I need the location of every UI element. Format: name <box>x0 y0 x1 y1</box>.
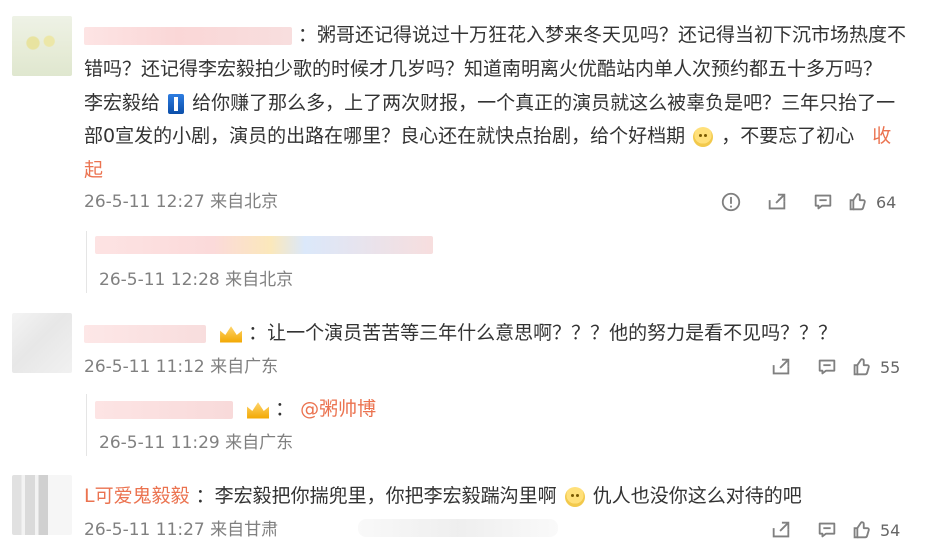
comment-1-line-4: 部0宣发的小剧，演员的出路在哪里？良心还在就快点抬剧，给个好档期 ，不要忘了初心… <box>84 123 891 150</box>
comment-1-line-5: 起 <box>84 157 103 184</box>
like-count: 55 <box>880 357 901 377</box>
share-icon <box>772 358 790 375</box>
like-icon <box>849 193 866 211</box>
like-button[interactable]: 55 <box>850 353 934 381</box>
username-placeholder[interactable] <box>84 26 292 45</box>
comment-1-text-1: ：粥哥还记得说过十万狂花入梦来冬天见吗？还记得当初下沉市场热度不 <box>298 24 907 46</box>
like-button[interactable]: 64 <box>846 188 930 216</box>
comment-1-timestamp: 26-5-11 12:27 来自北京 <box>84 192 279 212</box>
like-icon <box>853 358 870 376</box>
comment-1-text-2: 错吗？还记得李宏毅拍少歌的时候才几岁吗？知道南明离火优酷站内单人次预约都五十多万… <box>84 58 883 80</box>
comment-2-line-1: ：让一个演员苦苦等三年什么意思啊？？？他的努力是看不见吗？？？ <box>84 320 837 347</box>
like-button[interactable]: 54 <box>850 516 934 544</box>
share-button[interactable] <box>758 516 804 544</box>
reply-block-2: ： @粥帅博 26-5-11 11:29 来自广东 <box>86 394 917 456</box>
smile-emoji-icon <box>693 126 714 147</box>
comment-3-text-1: ：李宏毅把你揣兜里，你把李宏毅踹沟里啊 <box>195 485 557 507</box>
comment-1-line-3: 李宏毅给 给你赚了那么多，上了两次财报，一个真正的演员就这么被辜负是吧？三年只抬… <box>84 90 895 117</box>
avatar[interactable] <box>12 313 72 373</box>
report-icon <box>721 192 741 212</box>
username-link[interactable]: L可爱鬼毅毅 <box>84 485 190 507</box>
mention-link[interactable]: @粥帅博 <box>300 398 376 420</box>
collapse-link-2[interactable]: 起 <box>84 159 103 181</box>
comment-3-line-1: L可爱鬼毅毅 ：李宏毅把你揣兜里，你把李宏毅踹沟里啊 仇人也没你这么对待的吧 <box>84 483 802 510</box>
comment-button[interactable] <box>804 353 850 381</box>
comment-1-line-1: ：粥哥还记得说过十万狂花入梦来冬天见吗？还记得当初下沉市场热度不 <box>84 22 906 49</box>
like-count: 54 <box>880 520 901 540</box>
share-button[interactable] <box>758 353 804 381</box>
comment-icon <box>818 359 836 375</box>
comment-2-timestamp: 26-5-11 11:12 来自广东 <box>84 357 279 377</box>
comment-button[interactable] <box>800 188 846 216</box>
comment-1-text-5: 部0宣发的小剧，演员的出路在哪里？良心还在就快点抬剧，给个好档期 <box>84 125 686 147</box>
crown-icon <box>247 402 270 419</box>
reply-1-timestamp: 26-5-11 12:28 来自北京 <box>99 270 294 290</box>
share-button[interactable] <box>754 188 800 216</box>
reply-2-timestamp: 26-5-11 11:29 来自广东 <box>99 433 294 453</box>
reply-2-line: ： @粥帅博 <box>95 396 376 423</box>
reply-username-placeholder[interactable] <box>95 400 233 419</box>
collapse-link-1[interactable]: 收 <box>872 125 891 147</box>
reply-username-placeholder[interactable] <box>95 235 433 254</box>
comment-2-text: ：让一个演员苦苦等三年什么意思啊？？？他的努力是看不见吗？？？ <box>248 322 838 344</box>
avatar[interactable] <box>12 16 72 76</box>
reply-block-1: 26-5-11 12:28 来自北京 <box>86 231 917 293</box>
share-icon <box>768 193 786 210</box>
comment-button[interactable] <box>804 516 850 544</box>
like-count: 64 <box>876 192 897 212</box>
comment-icon <box>818 522 836 538</box>
watermark <box>358 519 558 537</box>
reply-2-prefix: ： <box>275 398 295 420</box>
avatar[interactable] <box>12 475 72 535</box>
comment-1-actions: 64 <box>708 188 930 216</box>
comment-icon <box>814 194 832 210</box>
crown-icon <box>220 326 243 343</box>
rank-icon <box>168 93 185 114</box>
comment-3-text-2: 仇人也没你这么对待的吧 <box>592 485 802 507</box>
report-button[interactable] <box>708 188 754 216</box>
username-placeholder[interactable] <box>84 324 206 343</box>
comment-3-timestamp: 26-5-11 11:27 来自甘肃 <box>84 520 279 540</box>
comment-1-text-6: ，不要忘了初心 <box>721 125 855 147</box>
reply-1-name-placeholder <box>95 234 433 254</box>
smile-emoji-icon <box>564 486 585 507</box>
like-icon <box>853 521 870 539</box>
comment-2-actions: 55 <box>758 353 934 381</box>
comment-1-text-4: 给你赚了那么多，上了两次财报，一个真正的演员就这么被辜负是吧？三年只抬了一 <box>192 92 896 114</box>
share-icon <box>772 521 790 538</box>
comment-3-actions: 54 <box>758 516 934 544</box>
comment-1-line-2: 错吗？还记得李宏毅拍少歌的时候才几岁吗？知道南明离火优酷站内单人次预约都五十多万… <box>84 56 882 83</box>
comment-1-text-3: 李宏毅给 <box>84 92 161 114</box>
